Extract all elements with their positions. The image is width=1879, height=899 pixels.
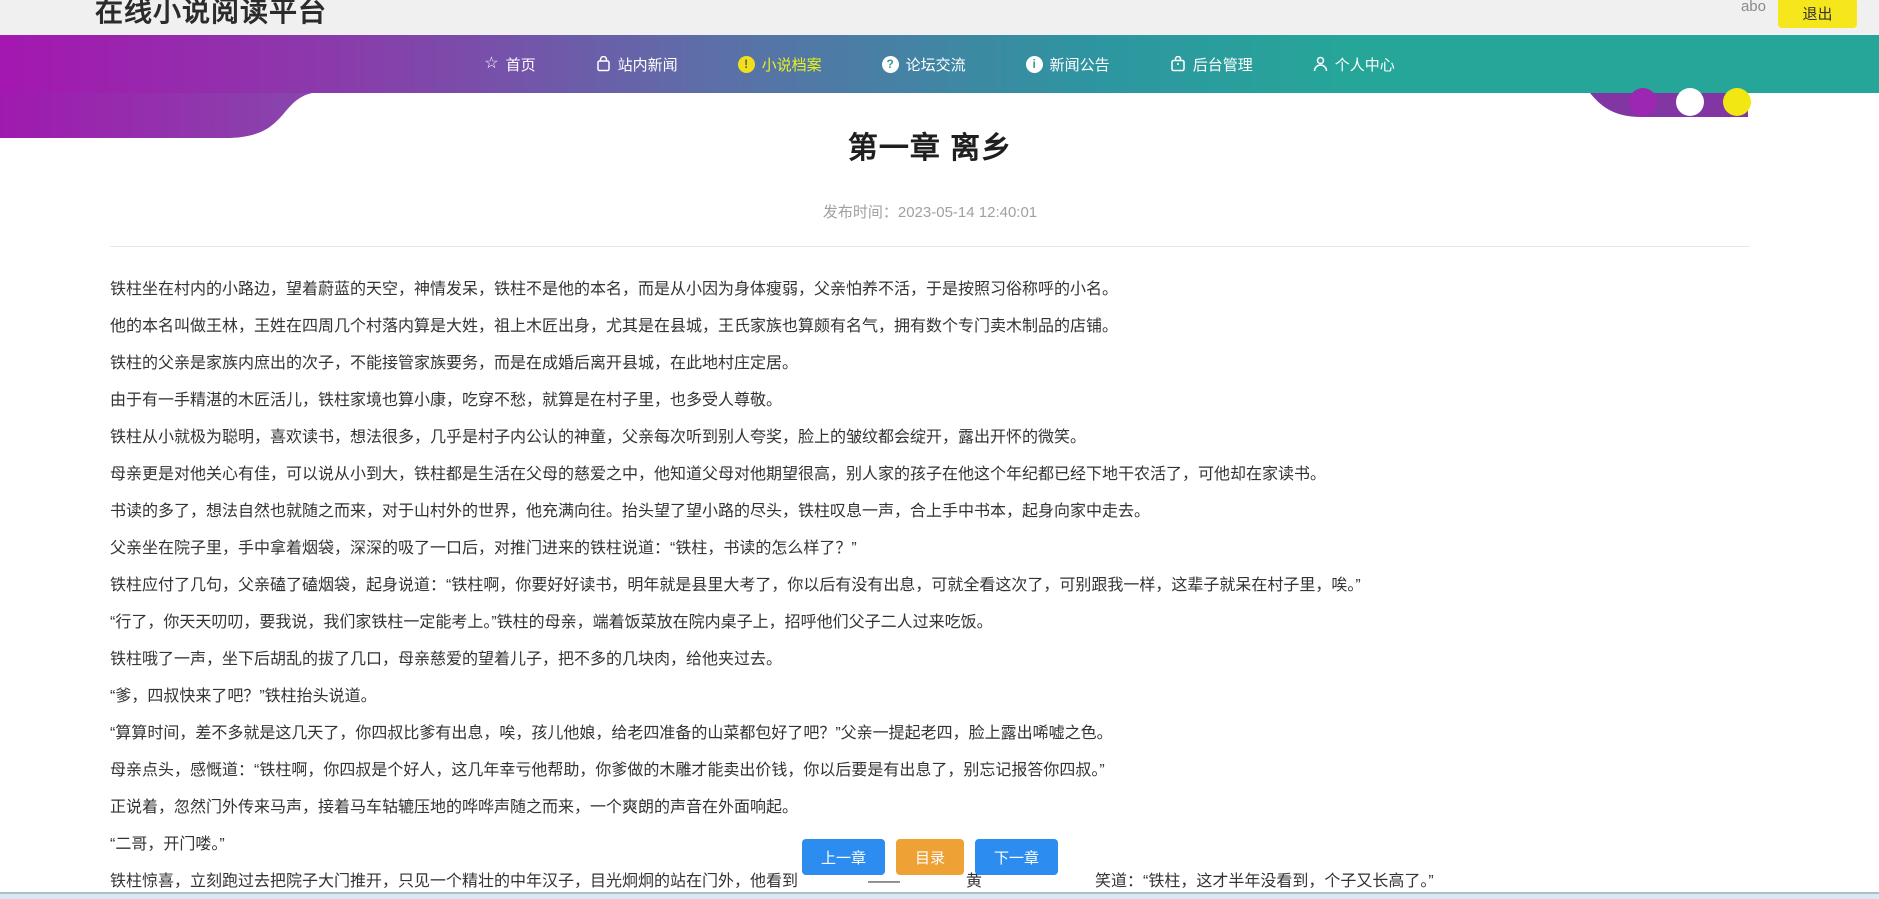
paragraph: 正说着，忽然门外传来马声，接着马车轱辘压地的哗哗声随之而来，一个爽朗的声音在外面… [110, 799, 799, 816]
paragraph: 书读的多了，想法自然也就随之而来，对于山村外的世界，他充满向往。抬头望了望小路的… [110, 503, 1151, 520]
paragraph: 由于有一手精湛的木匠活儿，铁柱家境也算小康，吃穿不愁，就算是在村子里，也多受人尊… [110, 392, 783, 409]
nav-item-label: 站内新闻 [617, 56, 678, 74]
nav-item-label: 个人中心 [1334, 56, 1395, 74]
divider [110, 246, 1750, 247]
horizontal-scrollbar[interactable] [0, 892, 1879, 899]
main-nav: ☆ 首页 站内新闻 ! 小说档案 ? 论坛交流 i 新闻公告 后台管理 个人中心 [0, 35, 1879, 116]
paragraph: “爹，四叔快来了吧？”铁柱抬头说道。 [110, 688, 377, 705]
info-circle-icon: i [1025, 55, 1043, 73]
left-wave-decoration [0, 93, 312, 138]
nav-item-label: 首页 [505, 56, 536, 74]
chapter-pager: 上一章 目录 下一章 [110, 839, 1750, 875]
star-icon: ☆ [484, 55, 499, 72]
nav-item-site-news[interactable]: 站内新闻 [596, 54, 678, 75]
nav-item-home[interactable]: ☆ 首页 [484, 54, 535, 75]
toc-button[interactable]: 目录 [895, 839, 964, 875]
nav-item-label: 后台管理 [1192, 56, 1253, 74]
publish-time-label: 发布时间： [822, 204, 898, 221]
nav-item-announcements[interactable]: i 新闻公告 [1025, 54, 1110, 75]
chapter-content: 第一章 离乡 发布时间：2023-05-14 12:40:01 铁柱坐在村内的小… [110, 93, 1750, 899]
paragraph: 他的本名叫做王林，王姓在四周几个村落内算是大姓，祖上木匠出身，尤其是在县城，王氏… [110, 318, 1119, 335]
prev-chapter-button[interactable]: 上一章 [801, 839, 885, 875]
logout-button[interactable]: 退出 [1778, 0, 1857, 28]
chapter-paragraphs: 铁柱坐在村内的小路边，望着蔚蓝的天空，神情发呆，铁柱不是他的本名，而是从小因为身… [110, 271, 1750, 899]
nav-item-label: 小说档案 [761, 56, 822, 74]
yellow-dot [1723, 88, 1751, 116]
decorative-dots [1629, 88, 1751, 116]
bag-icon [596, 56, 611, 72]
publish-time: 发布时间：2023-05-14 12:40:01 [110, 201, 1750, 222]
site-title: 在线小说阅读平台 [95, 0, 328, 27]
paragraph: 母亲点头，感慨道：“铁柱啊，你四叔是个好人，这几年幸亏他帮助，你爹做的木雕才能卖… [110, 762, 1105, 779]
nav-item-novel-archive[interactable]: ! 小说档案 [737, 54, 822, 75]
paragraph: 铁柱的父亲是家族内庶出的次子，不能接管家族要务，而是在成婚后离开县城，在此地村庄… [110, 355, 799, 372]
nav-item-forum[interactable]: ? 论坛交流 [881, 54, 966, 75]
paragraph: “行了，你天天叨叨，要我说，我们家铁柱一定能考上。”铁柱的母亲，端着饭菜放在院内… [110, 614, 993, 631]
topbar-right: abo 退出 [1741, 0, 1857, 28]
nav-item-admin[interactable]: 后台管理 [1170, 54, 1253, 75]
nav-item-profile[interactable]: 个人中心 [1313, 54, 1395, 75]
chapter-title: 第一章 离乡 [847, 132, 1013, 165]
nav-item-label: 新闻公告 [1049, 56, 1110, 74]
topbar: 在线小说阅读平台 abo 退出 [0, 0, 1879, 35]
white-dot [1676, 88, 1704, 116]
publish-time-value: 2023-05-14 12:40:01 [897, 204, 1038, 221]
paragraph: 铁柱哦了一声，坐下后胡乱的拔了几口，母亲慈爱的望着儿子，把不多的几块肉，给他夹过… [110, 651, 783, 668]
next-chapter-button[interactable]: 下一章 [975, 839, 1059, 875]
username-label: abo [1740, 0, 1766, 15]
exclamation-circle-icon: ! [737, 55, 755, 73]
nav-items: ☆ 首页 站内新闻 ! 小说档案 ? 论坛交流 i 新闻公告 后台管理 个人中心 [0, 35, 1879, 93]
question-circle-icon: ? [881, 55, 899, 73]
purple-dot [1629, 88, 1657, 116]
paragraph: 铁柱应付了几句，父亲磕了磕烟袋，起身说道：“铁柱啊，你要好好读书，明年就是县里大… [110, 577, 1361, 594]
paragraph: 铁柱坐在村内的小路边，望着蔚蓝的天空，神情发呆，铁柱不是他的本名，而是从小因为身… [110, 281, 1119, 298]
user-icon [1313, 56, 1328, 72]
paragraph: “算算时间，差不多就是这几天了，你四叔比爹有出息，唉，孩儿他娘，给老四准备的山菜… [110, 725, 1113, 742]
nav-item-label: 论坛交流 [905, 56, 966, 74]
last-line-start: 铁柱惊喜，立刻跑过去把院子大门推开，只见一个精壮的中年汉子，目光炯炯的站在门外，… [110, 873, 799, 890]
briefcase-icon [1170, 56, 1186, 72]
paragraph: 母亲更是对他关心有佳，可以说从小到大，铁柱都是生活在父母的慈爱之中，他知道父母对… [110, 466, 1327, 483]
paragraph: 铁柱从小就极为聪明，喜欢读书，想法很多，几乎是村子内公认的神童，父亲每次听到别人… [110, 429, 1087, 446]
paragraph: 父亲坐在院子里，手中拿着烟袋，深深的吸了一口后，对推门进来的铁柱说道：“铁柱，书… [110, 540, 857, 557]
